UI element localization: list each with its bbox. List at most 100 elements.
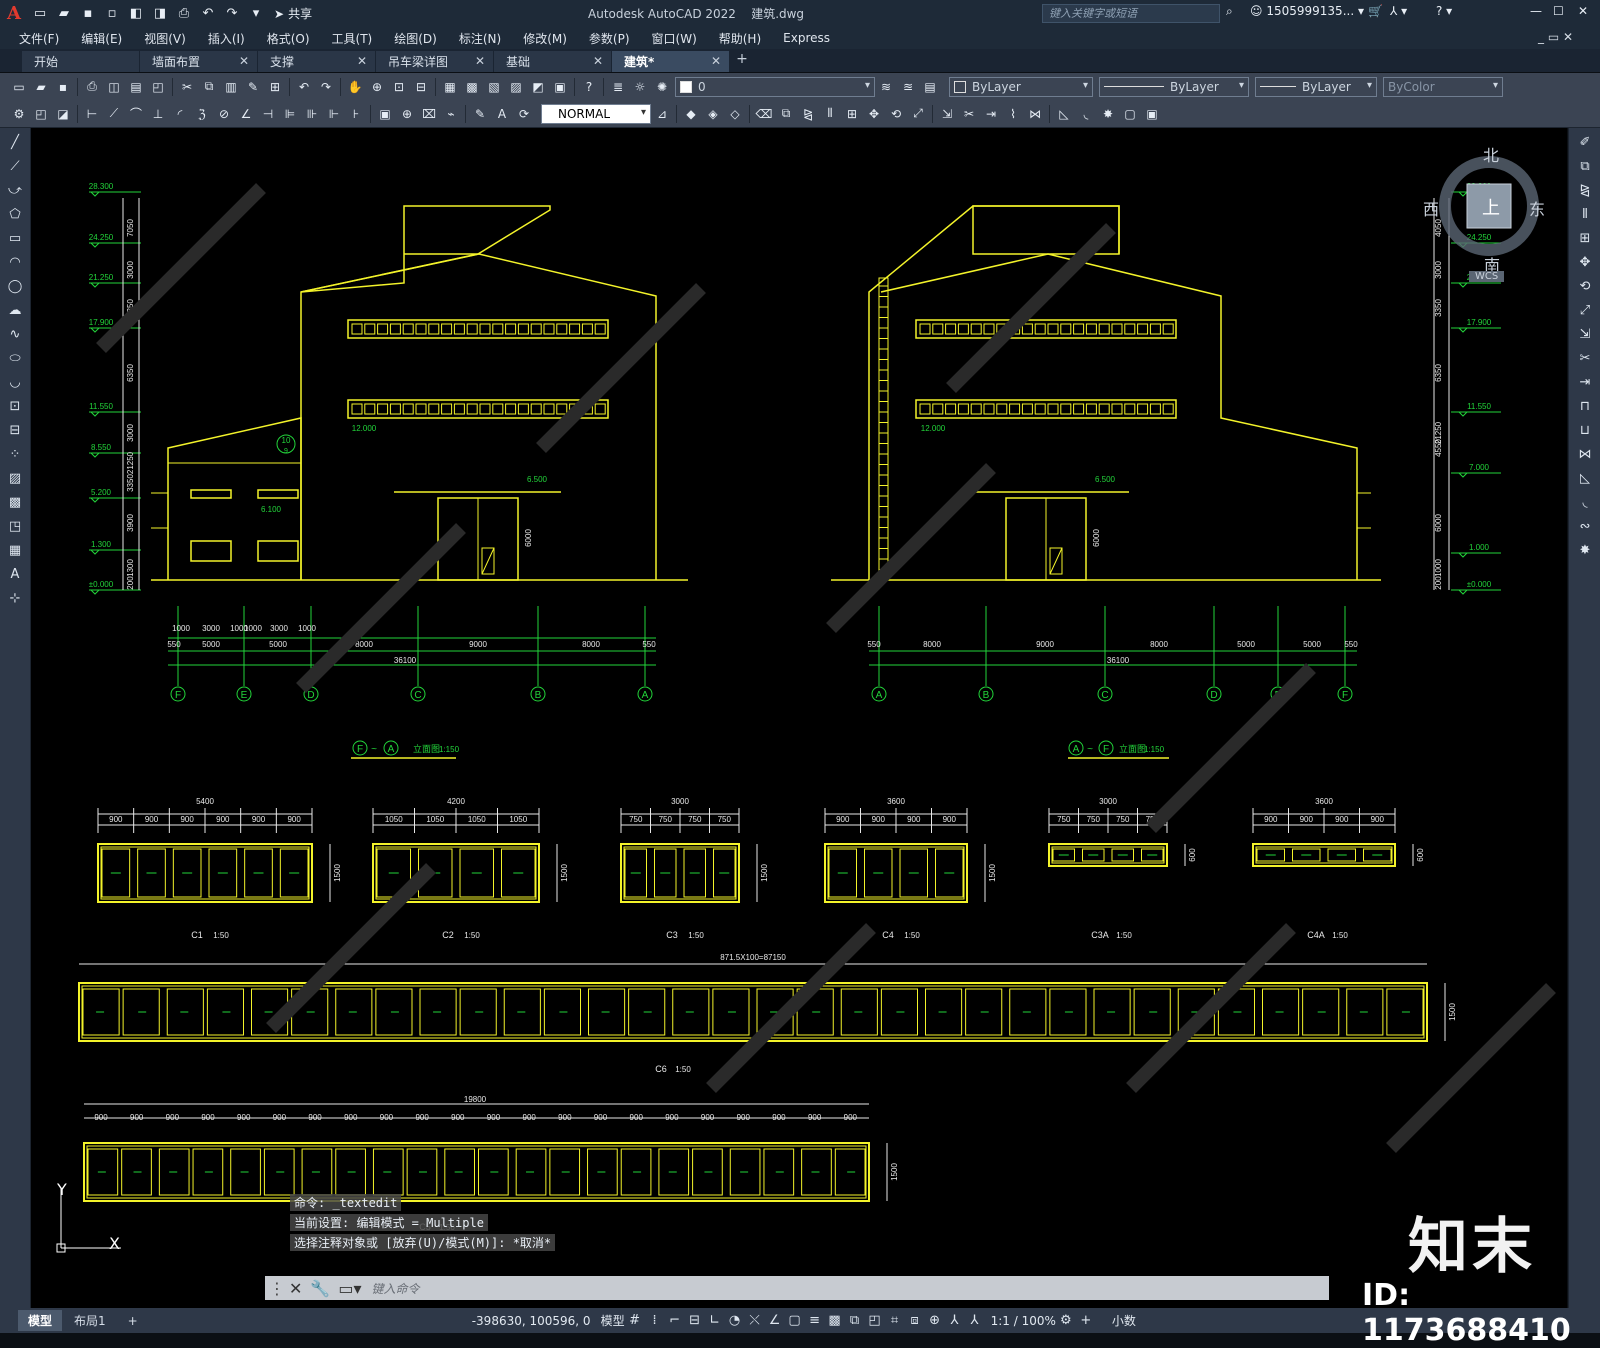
polar-icon[interactable]: ◔ bbox=[725, 1313, 745, 1328]
autocad-logo-icon[interactable]: A bbox=[0, 0, 28, 27]
erase-icon[interactable]: ⌫ bbox=[755, 105, 773, 123]
doc-minimize-button[interactable]: _ ▭ ✕ bbox=[1538, 30, 1573, 44]
save-icon[interactable]: ▪ bbox=[54, 78, 72, 96]
hatch-edit-icon[interactable]: ◇ bbox=[726, 105, 744, 123]
line-icon[interactable]: ╱ bbox=[5, 132, 25, 152]
explode-icon[interactable]: ✸ bbox=[1099, 105, 1117, 123]
recent-commands-icon[interactable]: ▭▾ bbox=[338, 1279, 361, 1298]
color-dropdown[interactable]: ByLayer ▾ bbox=[949, 76, 1093, 97]
dim-space-icon[interactable]: ⊩ bbox=[325, 105, 343, 123]
draw-order-icon[interactable]: ◈ bbox=[704, 105, 722, 123]
3d-print-icon[interactable]: ◰ bbox=[149, 78, 167, 96]
tab-start[interactable]: 开始 bbox=[22, 51, 139, 72]
spline-icon[interactable]: ∿ bbox=[5, 324, 25, 344]
group-icon[interactable]: ▢ bbox=[1121, 105, 1139, 123]
jogged-linear-icon[interactable]: ⌁ bbox=[442, 105, 460, 123]
mtext-icon[interactable]: A bbox=[5, 564, 25, 584]
properties-icon[interactable]: ▦ bbox=[441, 78, 459, 96]
menu-draw[interactable]: 绘图(D) bbox=[383, 30, 448, 47]
undo-icon[interactable]: ↶ bbox=[198, 4, 218, 24]
redo-icon[interactable]: ↷ bbox=[222, 4, 242, 24]
selection-cycling-icon[interactable]: ⧉ bbox=[845, 1313, 865, 1328]
snap-icon[interactable]: ⁞ bbox=[645, 1313, 665, 1328]
zoom-previous-icon[interactable]: ⊟ bbox=[412, 78, 430, 96]
inspect-icon[interactable]: ⌧ bbox=[420, 105, 438, 123]
ellipse-icon[interactable]: ⬭ bbox=[5, 348, 25, 368]
zoom-window-icon[interactable]: ⊡ bbox=[390, 78, 408, 96]
annotation-monitor-icon[interactable]: + bbox=[1076, 1313, 1096, 1328]
close-icon[interactable]: ✕ bbox=[357, 54, 367, 68]
ordinate-dim-icon[interactable]: ⊥ bbox=[149, 105, 167, 123]
3d-osnap-icon[interactable]: ◰ bbox=[865, 1313, 885, 1328]
break-icon[interactable]: ⌇ bbox=[1004, 105, 1022, 123]
tab-wall-layout[interactable]: 墙面布置 ✕ bbox=[140, 51, 257, 72]
search-icon[interactable]: ⌕ bbox=[1226, 4, 1233, 19]
rotate-icon[interactable]: ⟲ bbox=[887, 105, 905, 123]
blend-icon[interactable]: ∾ bbox=[1575, 516, 1595, 536]
plotstyle-dropdown[interactable]: ByColor ▾ bbox=[1383, 76, 1503, 97]
publish-icon[interactable]: ▤ bbox=[127, 78, 145, 96]
offset-icon[interactable]: ⫴ bbox=[1575, 204, 1595, 224]
join-icon[interactable]: ⋈ bbox=[1026, 105, 1044, 123]
dynamic-input-icon[interactable]: ⊟ bbox=[685, 1313, 705, 1328]
menu-view[interactable]: 视图(V) bbox=[133, 30, 197, 47]
dim-break-icon[interactable]: ⊦ bbox=[347, 105, 365, 123]
grid-icon[interactable]: # bbox=[625, 1313, 645, 1328]
linear-dim-icon[interactable]: ⊢ bbox=[83, 105, 101, 123]
transparency-icon[interactable]: ▩ bbox=[825, 1313, 845, 1328]
tab-model[interactable]: 模型 bbox=[18, 1310, 63, 1331]
modify-ii-icon[interactable]: ◆ bbox=[682, 105, 700, 123]
cut-icon[interactable]: ✂ bbox=[178, 78, 196, 96]
ungroup-icon[interactable]: ▣ bbox=[1143, 105, 1161, 123]
menu-modify[interactable]: 修改(M) bbox=[512, 30, 578, 47]
layer-dropdown[interactable]: 0 ▾ bbox=[675, 76, 875, 97]
insert-block-icon[interactable]: ⊡ bbox=[5, 396, 25, 416]
radius-dim-icon[interactable]: ◜ bbox=[171, 105, 189, 123]
circle-icon[interactable]: ◯ bbox=[5, 276, 25, 296]
close-icon[interactable]: ✕ bbox=[475, 54, 485, 68]
lineweight-icon[interactable]: ≡ bbox=[805, 1313, 825, 1328]
break-at-point-icon[interactable]: ⊓ bbox=[1575, 396, 1595, 416]
angular-dim-icon[interactable]: ∠ bbox=[237, 105, 255, 123]
command-line[interactable]: ⋮ ✕ 🔧 ▭▾ 键入命令 bbox=[265, 1276, 1329, 1300]
diameter-dim-icon[interactable]: ⊘ bbox=[215, 105, 233, 123]
copy-icon[interactable]: ⧉ bbox=[200, 78, 218, 96]
menu-window[interactable]: 窗口(W) bbox=[641, 30, 708, 47]
layer-properties-icon[interactable]: ≣ bbox=[609, 78, 627, 96]
wcs-menu[interactable]: WCS bbox=[1469, 271, 1505, 282]
help-icon[interactable]: ? ▾ bbox=[1436, 4, 1452, 18]
explode-icon[interactable]: ✸ bbox=[1575, 540, 1595, 560]
join-icon[interactable]: ⋈ bbox=[1575, 444, 1595, 464]
save-web-icon[interactable]: ◨ bbox=[150, 4, 170, 24]
new-file-icon[interactable]: ▭ bbox=[30, 4, 50, 24]
object-snap-icon[interactable]: ▢ bbox=[785, 1313, 805, 1328]
scale-icon[interactable]: ⤢ bbox=[909, 105, 927, 123]
tab-bracing[interactable]: 支撑 ✕ bbox=[258, 51, 375, 72]
offset-icon[interactable]: ⫴ bbox=[821, 105, 839, 123]
dim-edit-icon[interactable]: ✎ bbox=[471, 105, 489, 123]
new-tab-button[interactable]: + bbox=[730, 51, 754, 72]
minimize-button[interactable]: — bbox=[1530, 4, 1542, 18]
gizmo-icon[interactable]: ⊕ bbox=[925, 1313, 945, 1328]
table-icon[interactable]: ▦ bbox=[5, 540, 25, 560]
lineweight-dropdown[interactable]: ByLayer ▾ bbox=[1255, 76, 1377, 97]
scale-icon[interactable]: ⤢ bbox=[1575, 300, 1595, 320]
workspace-save-icon[interactable]: ◰ bbox=[32, 105, 50, 123]
workspace-switch-icon[interactable]: ⚙ bbox=[1056, 1313, 1076, 1328]
tab-crane-beam[interactable]: 吊车梁详图 ✕ bbox=[376, 51, 493, 72]
continue-dim-icon[interactable]: ⊪ bbox=[303, 105, 321, 123]
layer-on-icon[interactable]: ☼ bbox=[631, 78, 649, 96]
extend-icon[interactable]: ⇥ bbox=[1575, 372, 1595, 392]
preview-icon[interactable]: ◫ bbox=[105, 78, 123, 96]
tab-layout1[interactable]: 布局1 bbox=[64, 1310, 116, 1331]
menu-insert[interactable]: 插入(I) bbox=[197, 30, 256, 47]
close-icon[interactable]: ✕ bbox=[593, 54, 603, 68]
break-icon[interactable]: ⊔ bbox=[1575, 420, 1595, 440]
autodesk-app-icon[interactable]: ⅄ ▾ bbox=[1390, 4, 1407, 18]
chamfer-icon[interactable]: ◺ bbox=[1055, 105, 1073, 123]
new-icon[interactable]: ▭ bbox=[10, 78, 28, 96]
menu-edit[interactable]: 编辑(E) bbox=[70, 30, 133, 47]
fillet-icon[interactable]: ◟ bbox=[1575, 492, 1595, 512]
model-space-toggle[interactable]: 模型 bbox=[601, 1312, 625, 1329]
center-mark-icon[interactable]: ⊕ bbox=[398, 105, 416, 123]
